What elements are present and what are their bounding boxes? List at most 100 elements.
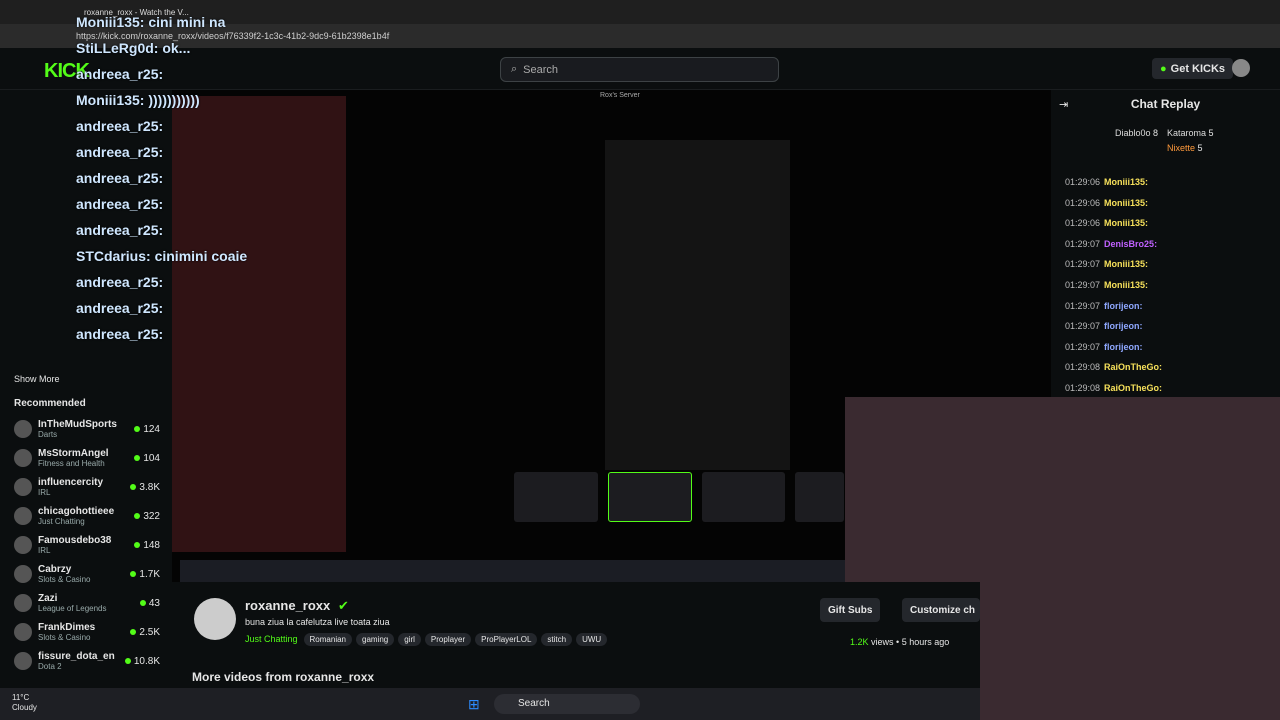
chat-replay-title: Chat Replay xyxy=(1130,97,1201,111)
sidebar-channel[interactable]: InTheMudSports Darts 124 xyxy=(14,415,164,443)
weather-widget[interactable]: 11°C Cloudy xyxy=(12,693,37,713)
channel-name[interactable]: roxanne_roxx xyxy=(245,598,330,613)
overlay-chat-message: andreea_r25: xyxy=(76,274,164,290)
windows-start-icon[interactable]: ⊞ xyxy=(468,696,480,713)
channel-avatar xyxy=(14,652,32,670)
leaderboard-entry[interactable]: Nixette 5 xyxy=(1167,143,1203,153)
sidebar-channel[interactable]: Cabrzy Slots & Casino 1.7K xyxy=(14,560,164,588)
channel-name: InTheMudSports xyxy=(38,419,117,430)
overlay-chat-message: andreea_r25: xyxy=(76,144,164,160)
stream-tag[interactable]: UWU xyxy=(576,633,608,646)
chat-username[interactable]: RaiOnTheGo: xyxy=(1104,362,1162,372)
chat-message: 01:29:07 DenisBro25: xyxy=(1065,239,1157,249)
discord-title: Rox's Server xyxy=(600,92,640,99)
chat-username[interactable]: RaiOnTheGo: xyxy=(1104,383,1162,393)
channel-name: Cabrzy xyxy=(38,564,72,575)
stream-tag[interactable]: girl xyxy=(398,633,421,646)
customize-button[interactable]: Customize ch xyxy=(902,598,980,622)
verified-icon: ✔ xyxy=(338,598,349,613)
chat-username[interactable]: florijeon: xyxy=(1104,342,1143,352)
overlay-chat-message: Moniii135: cini mini na xyxy=(76,14,226,30)
taskbar-search[interactable]: Search xyxy=(494,694,640,714)
live-dot xyxy=(134,454,141,461)
show-more-link[interactable]: Show More xyxy=(14,374,60,384)
inner-taskbar xyxy=(180,560,845,582)
live-dot xyxy=(134,541,141,548)
live-dot xyxy=(134,425,141,432)
stream-tag[interactable]: Proplayer xyxy=(424,633,472,646)
overlay-chat-message: STCdarius: cinimini coaie xyxy=(76,248,248,264)
thumb-4[interactable] xyxy=(795,472,844,522)
sidebar-channel[interactable]: Famousdebo38 IRL 148 xyxy=(14,531,164,559)
chat-username[interactable]: Moniii135: xyxy=(1104,259,1148,269)
windows-taskbar: 11°C Cloudy ⊞ Search xyxy=(0,688,980,720)
channel-category: IRL xyxy=(38,488,51,497)
overlay-chat-message: andreea_r25: xyxy=(76,196,164,212)
stream-tag[interactable]: ProPlayerLOL xyxy=(475,633,538,646)
viewer-count: 43 xyxy=(139,598,160,609)
more-videos-heading: More videos from roxanne_roxx xyxy=(192,670,375,684)
thumb-1[interactable] xyxy=(514,472,598,522)
chat-timestamp: 01:29:08 xyxy=(1065,383,1101,393)
get-kicks-button[interactable]: ● Get KICKs xyxy=(1152,58,1234,79)
viewer-count: 124 xyxy=(134,424,160,435)
chat-message: 01:29:07 florijeon: xyxy=(1065,301,1143,311)
leaderboard-entry[interactable]: Diablo0o 8 xyxy=(1115,128,1158,138)
stream-tag[interactable]: stitch xyxy=(541,633,573,646)
sidebar-channel[interactable]: Zazi League of Legends 43 xyxy=(14,589,164,617)
viewer-count: 3.8K xyxy=(130,482,160,493)
discord-window xyxy=(172,96,346,552)
chat-username[interactable]: Moniii135: xyxy=(1104,198,1148,208)
leaderboard-entry[interactable]: Kataroma 5 xyxy=(1167,128,1214,138)
viewer-count: 1.7K xyxy=(130,569,160,580)
overlay-chat-message: andreea_r25: xyxy=(76,66,164,82)
chat-replay-panel: ⇥ Chat Replay Diablo0o 8 Kataroma 5 Nixett… xyxy=(1051,90,1280,448)
stream-tag[interactable]: Romanian xyxy=(303,633,352,646)
channel-avatar xyxy=(14,536,32,554)
overlay-chat-message: andreea_r25: xyxy=(76,300,164,316)
overlay-chat-message: StiLLeRg0d: ok... xyxy=(76,40,191,56)
recommended-heading: Recommended xyxy=(14,398,86,409)
live-dot xyxy=(124,657,131,664)
channel-avatar xyxy=(14,594,32,612)
thumb-2[interactable] xyxy=(607,472,692,522)
sidebar-channel[interactable]: fissure_dota_en Dota 2 10.8K xyxy=(14,647,164,675)
gift-subs-button[interactable]: Gift Subs xyxy=(820,598,881,622)
channel-avatar xyxy=(14,420,32,438)
search-icon: ⌕ xyxy=(511,63,518,75)
chat-timestamp: 01:29:06 xyxy=(1065,177,1101,187)
chat-username[interactable]: Moniii135: xyxy=(1104,177,1148,187)
video-thumbnails xyxy=(514,472,844,524)
chat-username[interactable]: florijeon: xyxy=(1104,301,1143,311)
channel-name: MsStormAngel xyxy=(38,448,109,459)
channel-category: Slots & Casino xyxy=(38,633,91,642)
channel-name: fissure_dota_en xyxy=(38,651,115,662)
search-input[interactable]: ⌕ Search xyxy=(500,57,779,82)
sidebar-channel[interactable]: MsStormAngel Fitness and Health 104 xyxy=(14,444,164,472)
sidebar-channel[interactable]: influencercity IRL 3.8K xyxy=(14,473,164,501)
chat-timestamp: 01:29:07 xyxy=(1065,280,1101,290)
chat-username[interactable]: Moniii135: xyxy=(1104,218,1148,228)
chat-message: 01:29:07 florijeon: xyxy=(1065,321,1143,331)
sidebar-channel[interactable]: chicagohottieee Just Chatting 322 xyxy=(14,502,164,530)
thumb-3[interactable] xyxy=(701,472,786,522)
chat-username[interactable]: florijeon: xyxy=(1104,321,1143,331)
channel-avatar[interactable] xyxy=(194,598,236,640)
stream-tag[interactable]: gaming xyxy=(356,633,395,646)
chat-timestamp: 01:29:07 xyxy=(1065,321,1101,332)
chat-username[interactable]: Moniii135: xyxy=(1104,280,1148,290)
chat-username[interactable]: DenisBro25: xyxy=(1104,239,1157,249)
channel-name: FrankDimes xyxy=(38,622,96,633)
chat-message: 01:29:07 florijeon: xyxy=(1065,342,1143,352)
overlay-chat-message: andreea_r25: xyxy=(76,326,164,342)
channel-category: Fitness and Health xyxy=(38,459,105,468)
chat-message: 01:29:06 Moniii135: xyxy=(1065,198,1148,208)
overlay-chat-message: andreea_r25: xyxy=(76,170,164,186)
viewer-count: 2.5K xyxy=(130,627,160,638)
viewer-count: 10.8K xyxy=(124,656,160,667)
channel-category: IRL xyxy=(38,546,51,555)
channel-avatar xyxy=(14,449,32,467)
category-link[interactable]: Just Chatting xyxy=(245,634,298,644)
user-avatar[interactable] xyxy=(1232,59,1250,77)
sidebar-channel[interactable]: FrankDimes Slots & Casino 2.5K xyxy=(14,618,164,646)
